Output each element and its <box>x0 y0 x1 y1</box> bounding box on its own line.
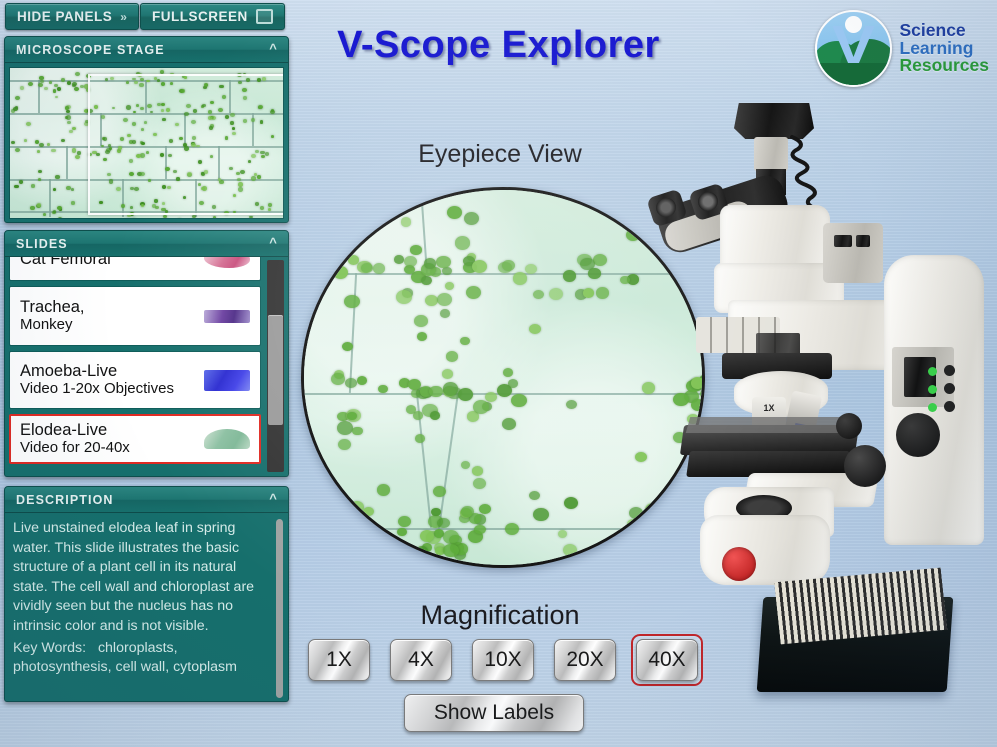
description-scrollbar[interactable] <box>276 519 283 698</box>
slide-subtitle: Video for 20-40x <box>20 438 130 456</box>
slide-stack <box>774 567 948 645</box>
magnification-button-1x[interactable]: 1X <box>308 639 370 681</box>
elodea-cells-image <box>10 68 283 218</box>
double-chevron-right-icon: » <box>120 9 127 24</box>
show-labels-button[interactable]: Show Labels <box>404 694 584 732</box>
magnification-option-wrapper-40x[interactable]: 40X <box>631 634 703 686</box>
eyepiece-cells-image <box>304 190 702 565</box>
slide-thumbnail <box>204 257 250 268</box>
panel-slides: SLIDES ^ Cat Femoral Trachea, Monkey Amo… <box>4 230 289 477</box>
chevron-up-icon[interactable]: ^ <box>269 235 278 250</box>
slide-thumbnail <box>204 369 250 391</box>
objective-magnification-label: 1X <box>763 403 775 413</box>
app-root: HIDE PANELS » FULLSCREEN Science Learnin… <box>0 0 997 747</box>
square-expand-icon <box>255 9 273 24</box>
panel-slides-header[interactable]: SLIDES ^ <box>5 231 288 257</box>
list-item[interactable]: Amoeba-Live Video 1-20x Objectives <box>9 351 261 409</box>
hide-panels-label: HIDE PANELS <box>17 9 113 24</box>
keywords-label: Key Words: <box>13 639 87 656</box>
panel-microscope-stage-header[interactable]: MICROSCOPE STAGE ^ <box>5 37 288 63</box>
magnification-button-20x[interactable]: 20X <box>554 639 616 681</box>
magnification-button-40x[interactable]: 40X <box>636 639 698 681</box>
power-indicator-knob[interactable] <box>722 547 756 581</box>
magnification-option-wrapper-4x[interactable]: 4X <box>385 634 457 686</box>
magnification-option-wrapper-20x[interactable]: 20X <box>549 634 621 686</box>
eyepiece-view[interactable] <box>301 187 705 568</box>
eyepiece-view-label: Eyepiece View <box>418 140 582 168</box>
microscope-stage-view[interactable] <box>9 67 284 219</box>
slides-scrollbar[interactable] <box>267 260 284 472</box>
panel-microscope-stage: MICROSCOPE STAGE ^ <box>4 36 289 223</box>
panel-description-header[interactable]: DESCRIPTION ^ <box>5 487 288 513</box>
panel-description-title: DESCRIPTION <box>16 492 114 507</box>
description-body: Live unstained elodea leaf in spring wat… <box>5 513 288 701</box>
magnification-option-wrapper-10x[interactable]: 10X <box>467 634 539 686</box>
list-item[interactable]: Cat Femoral <box>9 257 261 281</box>
slide-thumbnail <box>204 429 250 449</box>
panel-description: DESCRIPTION ^ Live unstained elodea leaf… <box>4 486 289 702</box>
magnification-controls: 1X 4X 10X 20X 40X <box>308 634 703 686</box>
slide-thumbnail <box>204 309 250 323</box>
magnification-button-4x[interactable]: 4X <box>390 639 452 681</box>
stage-control-knob[interactable] <box>896 413 940 457</box>
slides-list: Cat Femoral Trachea, Monkey Amoeba-Live … <box>5 257 288 475</box>
magnification-label: Magnification <box>420 600 580 630</box>
description-text: Live unstained elodea leaf in spring wat… <box>13 520 255 634</box>
magnification-option-wrapper-1x[interactable]: 1X <box>303 634 375 686</box>
slide-subtitle: Video 1-20x Objectives <box>20 379 174 397</box>
fullscreen-label: FULLSCREEN <box>152 9 248 24</box>
slide-storage-box[interactable] <box>756 567 954 692</box>
slide-title: Cat Femoral <box>20 257 111 268</box>
slides-scrollbar-thumb[interactable] <box>268 315 283 425</box>
chevron-up-icon[interactable]: ^ <box>269 41 278 56</box>
slide-title: Amoeba-Live <box>20 362 118 381</box>
slide-subtitle: Monkey <box>20 315 73 333</box>
fine-focus-knob[interactable] <box>836 413 862 439</box>
panel-microscope-stage-title: MICROSCOPE STAGE <box>16 42 165 57</box>
slide-title: Elodea-Live <box>20 421 108 440</box>
chevron-up-icon[interactable]: ^ <box>269 491 278 506</box>
slide-title: Trachea, <box>20 298 85 317</box>
coarse-focus-knob[interactable] <box>844 445 886 487</box>
list-item-selected[interactable]: Elodea-Live Video for 20-40x <box>9 414 261 464</box>
list-item[interactable]: Trachea, Monkey <box>9 286 261 346</box>
magnification-button-10x[interactable]: 10X <box>472 639 534 681</box>
panel-slides-title: SLIDES <box>16 236 68 251</box>
